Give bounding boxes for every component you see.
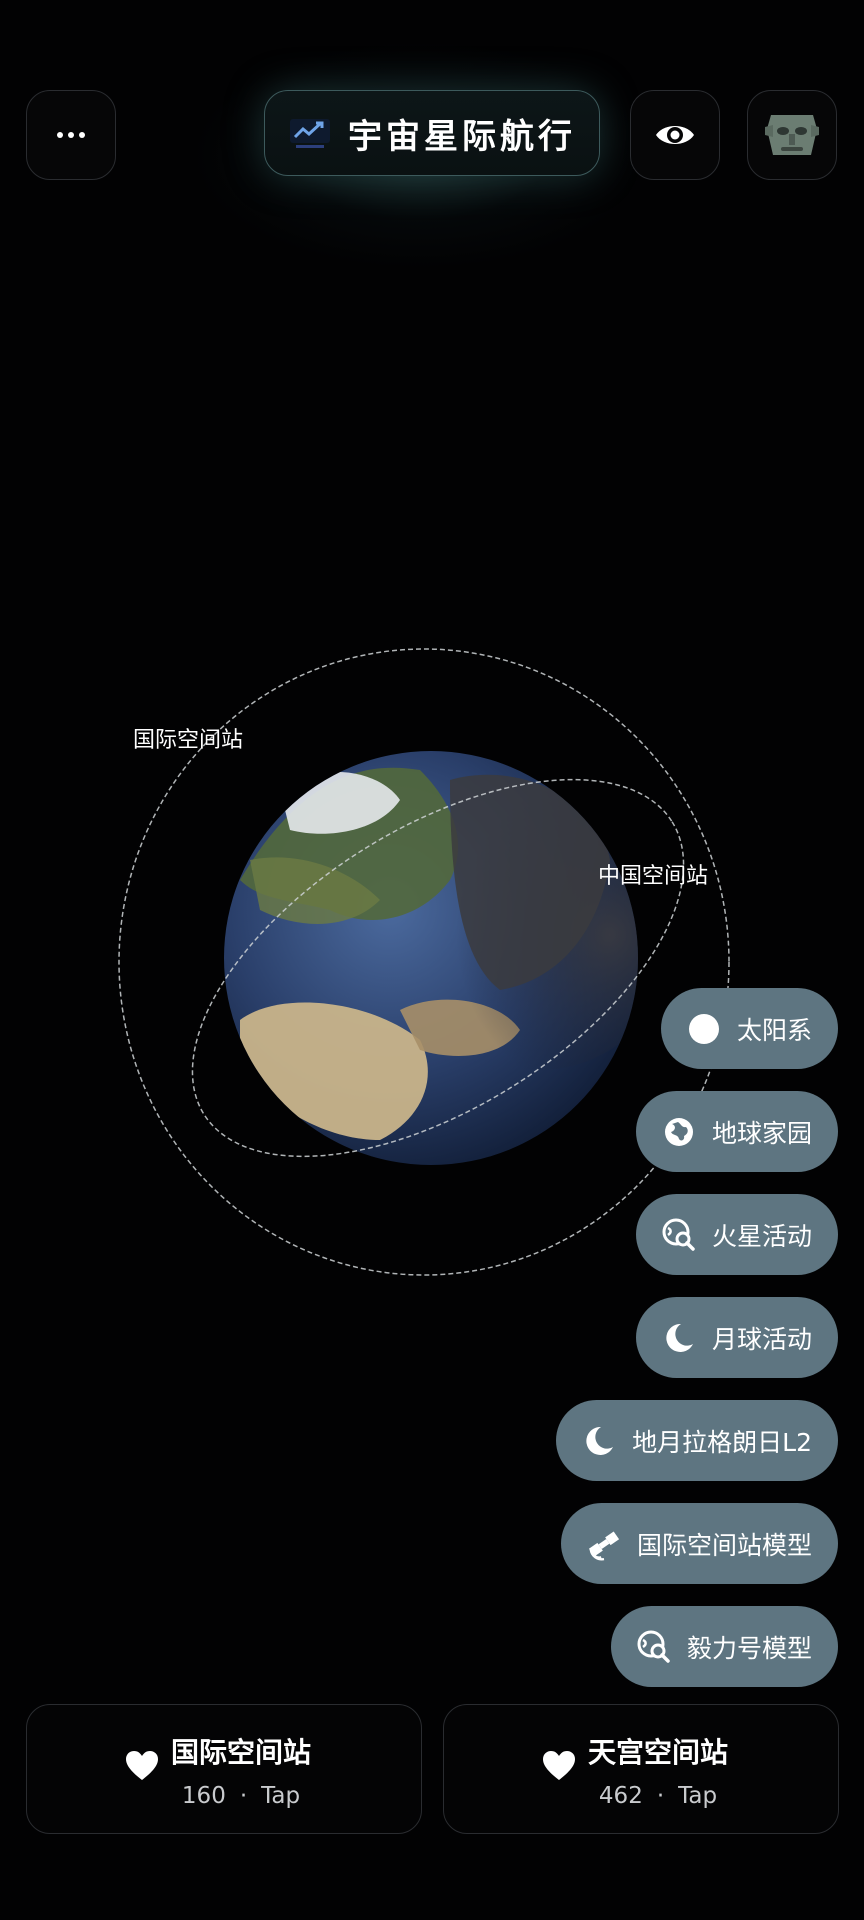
avatar-button[interactable]	[747, 90, 837, 180]
menu-item-label: 太阳系	[736, 1015, 812, 1045]
feature-menu: 太阳系 地球家园 火星活动 月球活动 地月拉格朗日L2 国际空间站模型 毅力号模…	[556, 988, 838, 1687]
menu-item-solar-system[interactable]: 太阳系	[660, 988, 838, 1069]
tiangong-card[interactable]: 天宫空间站 462 · Tap	[443, 1704, 839, 1834]
like-count: 160	[181, 1783, 226, 1809]
chart-logo-icon	[290, 119, 330, 148]
sun-icon	[687, 1012, 721, 1046]
globe-search-icon	[637, 1630, 671, 1664]
globe-search-icon	[662, 1218, 696, 1252]
moon-icon	[582, 1424, 616, 1458]
menu-item-label: 火星活动	[711, 1221, 812, 1251]
globe-icon	[662, 1115, 696, 1149]
card-title: 国际空间站	[170, 1736, 311, 1769]
css-orbit-label[interactable]: 中国空间站	[598, 858, 708, 890]
iss-orbit-label[interactable]: 国际空间站	[133, 722, 243, 754]
avatar-mask-icon	[765, 115, 819, 155]
menu-item-moon-activity[interactable]: 月球活动	[635, 1297, 838, 1378]
app-title: 宇宙星际航行	[348, 116, 576, 157]
separator: ·	[239, 1783, 248, 1809]
more-dots-icon	[57, 132, 85, 138]
menu-item-label: 毅力号模型	[686, 1633, 812, 1663]
more-button[interactable]	[26, 90, 116, 180]
menu-item-perseverance-model[interactable]: 毅力号模型	[610, 1606, 838, 1687]
menu-item-label: 地月拉格朗日L2	[632, 1427, 812, 1457]
title-bar[interactable]: 宇宙星际航行	[264, 90, 600, 176]
menu-item-mars-activity[interactable]: 火星活动	[635, 1194, 838, 1275]
menu-item-label: 地球家园	[711, 1118, 812, 1148]
menu-item-earth-home[interactable]: 地球家园	[635, 1091, 838, 1172]
like-count: 462	[598, 1783, 643, 1809]
view-toggle-button[interactable]	[630, 90, 720, 180]
menu-item-label: 国际空间站模型	[636, 1530, 812, 1560]
card-title: 天宫空间站	[587, 1736, 728, 1769]
moon-icon	[662, 1321, 696, 1355]
menu-item-lagrange-l2[interactable]: 地月拉格朗日L2	[556, 1400, 838, 1481]
card-meta: 462 · Tap	[444, 1783, 838, 1809]
tap-label: Tap	[261, 1783, 301, 1809]
separator: ·	[656, 1783, 665, 1809]
menu-item-iss-model[interactable]: 国际空间站模型	[560, 1503, 838, 1584]
iss-card[interactable]: 国际空间站 160 · Tap	[26, 1704, 422, 1834]
satellite-icon	[587, 1527, 621, 1561]
tap-label: Tap	[678, 1783, 718, 1809]
card-meta: 160 · Tap	[27, 1783, 421, 1809]
menu-item-label: 月球活动	[711, 1324, 812, 1354]
eye-icon	[656, 126, 694, 144]
